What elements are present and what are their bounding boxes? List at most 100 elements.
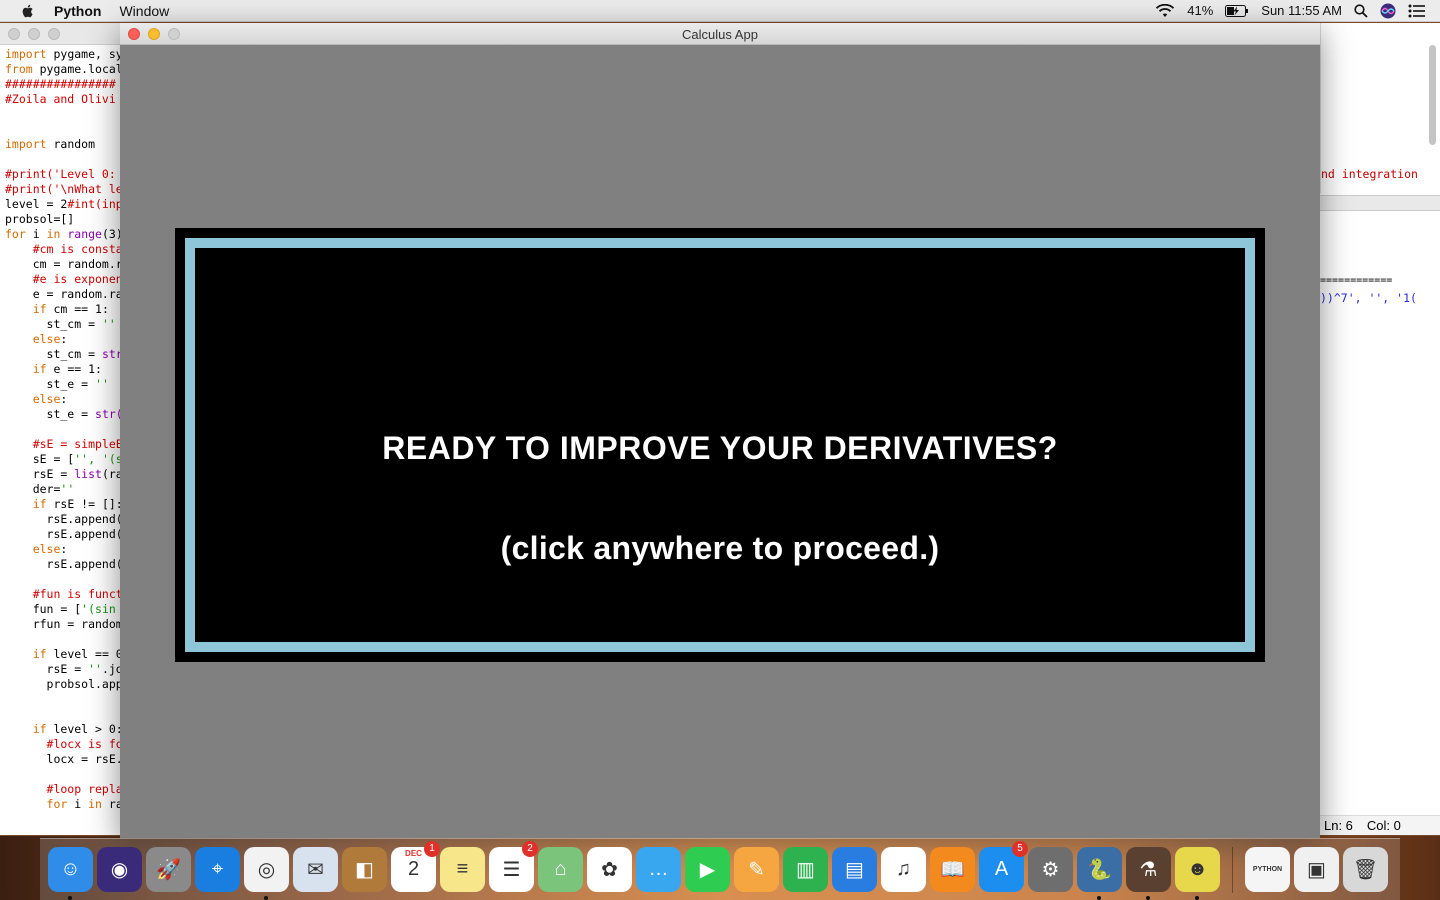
python-document-glyph: PYTHON	[1252, 866, 1283, 873]
notification-badge: 1	[424, 841, 440, 857]
code-line: cm = random.r	[5, 257, 121, 271]
messages-glyph: …	[648, 858, 669, 880]
editor-zoom-button[interactable]	[48, 28, 60, 40]
code-line: rfun = random	[5, 617, 121, 631]
app-titlebar[interactable]: Calculus App	[120, 23, 1320, 45]
code-line: from pygame.local	[5, 62, 121, 76]
python-app-icon[interactable]: ⚗	[1126, 847, 1171, 900]
window-divider	[1320, 195, 1440, 211]
apple-menu-icon[interactable]	[20, 3, 36, 19]
mail-icon[interactable]: ✉	[293, 847, 338, 892]
code-line: #cm is consta	[5, 242, 121, 256]
keynote-glyph: ▤	[845, 859, 864, 881]
code-line: rsE = ''.jo	[5, 662, 121, 676]
editor-minimize-button[interactable]	[28, 28, 40, 40]
pygame-icon[interactable]: ☻	[1175, 847, 1220, 900]
preview-document-icon[interactable]: ▣	[1294, 847, 1339, 892]
notification-center-icon[interactable]	[1408, 4, 1426, 18]
code-line: rsE.append(	[5, 512, 121, 526]
intro-panel[interactable]: READY TO IMPROVE YOUR DERIVATIVES? (clic…	[175, 228, 1265, 662]
code-line: st_e = ''	[5, 377, 109, 391]
python-document-icon[interactable]: PYTHON	[1245, 847, 1290, 892]
code-text-area[interactable]: import pygame, sy from pygame.local ######…	[5, 47, 121, 817]
calendar-icon[interactable]: 2 DEC 1	[391, 841, 440, 892]
siri-glyph: ◉	[110, 859, 129, 881]
numbers-icon[interactable]: ▥	[783, 847, 828, 892]
code-line: import pygame, sy	[5, 47, 121, 61]
code-line: if e == 1:	[32, 362, 102, 376]
finder-glyph: ☺	[60, 858, 81, 880]
menu-app-name[interactable]: Python	[54, 3, 101, 19]
maps-glyph: ⌂	[554, 858, 567, 880]
notes-icon[interactable]: ≡	[440, 847, 485, 892]
chrome-icon[interactable]: ◎	[244, 847, 289, 900]
code-line: #print('Level 0:	[5, 167, 116, 181]
editor-close-button[interactable]	[8, 28, 20, 40]
keynote-icon[interactable]: ▤	[832, 847, 877, 892]
maps-icon[interactable]: ⌂	[538, 847, 583, 892]
code-line: st_e = str(	[5, 407, 121, 421]
code-line: sE = ['', '(s	[5, 452, 121, 466]
pages-glyph: ✎	[748, 859, 765, 881]
photos-glyph: ✿	[601, 859, 618, 881]
code-line: probsol=[]	[5, 212, 75, 226]
finder-icon[interactable]: ☺	[48, 847, 93, 900]
photos-icon[interactable]: ✿	[587, 847, 632, 892]
siri-icon[interactable]: ◉	[97, 847, 142, 892]
launchpad-glyph: 🚀	[156, 859, 181, 881]
facetime-icon[interactable]: ▶	[685, 847, 730, 892]
battery-percent: 41%	[1187, 3, 1214, 18]
mail-glyph: ✉	[307, 859, 324, 881]
output-text: ))^7', '', '1(	[1320, 291, 1417, 305]
calculus-app-window: Calculus App READY TO IMPROVE YOUR DERIV…	[120, 23, 1320, 838]
battery-charging-icon[interactable]	[1225, 4, 1249, 17]
code-line: if cm == 1:	[32, 302, 109, 316]
panel-content[interactable]: READY TO IMPROVE YOUR DERIVATIVES? (clic…	[195, 248, 1245, 642]
itunes-icon[interactable]: ♫	[881, 847, 926, 892]
system-preferences-icon[interactable]: ⚙	[1028, 847, 1073, 892]
launchpad-icon[interactable]: 🚀	[146, 847, 191, 892]
code-line: rsE = list(ra	[5, 467, 121, 481]
code-line: import random	[5, 137, 96, 151]
code-line: else:	[32, 542, 68, 556]
menu-clock[interactable]: Sun 11:55 AM	[1261, 3, 1342, 18]
code-line: #Zoila and Olivi	[5, 92, 116, 106]
code-line: #locx is fo	[5, 737, 121, 751]
code-line: level = 2#int(inp	[5, 197, 121, 211]
code-line: #e is exponen	[5, 272, 121, 286]
code-line: e = random.ra	[5, 287, 121, 301]
itunes-glyph: ♫	[896, 858, 911, 880]
reminders-icon[interactable]: ☰ 2	[489, 841, 538, 892]
code-line: #sE = simpleE	[5, 437, 121, 451]
system-preferences-glyph: ⚙	[1041, 859, 1060, 881]
notes-glyph: ≡	[456, 858, 469, 880]
spotlight-search-icon[interactable]	[1354, 3, 1368, 18]
app-store-icon[interactable]: A5	[979, 841, 1028, 892]
running-indicator	[1097, 896, 1101, 900]
trash-icon[interactable]: 🗑	[1343, 847, 1388, 892]
contacts-icon[interactable]: ◧	[342, 847, 387, 892]
code-line: st_cm = str	[5, 347, 121, 361]
python-launcher-icon[interactable]: 🐍	[1077, 847, 1122, 900]
menu-bar: Python Window 41% Sun 11:55 AM	[0, 0, 1440, 22]
game-canvas[interactable]: READY TO IMPROVE YOUR DERIVATIVES? (clic…	[120, 45, 1320, 838]
menu-window[interactable]: Window	[119, 3, 169, 19]
safari-icon[interactable]: ⌖	[195, 847, 240, 892]
running-indicator	[68, 896, 72, 900]
wifi-icon[interactable]	[1155, 3, 1175, 18]
comment-text: nd integration	[1321, 167, 1418, 181]
messages-icon[interactable]: …	[636, 847, 681, 892]
code-line: rsE.append(	[5, 557, 121, 571]
siri-icon[interactable]	[1380, 3, 1396, 19]
code-line: else:	[32, 332, 68, 346]
pages-icon[interactable]: ✎	[734, 847, 779, 892]
vertical-scrollbar[interactable]	[1429, 45, 1436, 145]
code-line: probsol.app	[5, 677, 121, 691]
proceed-instruction: (click anywhere to proceed.)	[500, 530, 940, 566]
ibooks-icon[interactable]: 📖	[930, 847, 975, 892]
code-line: st_cm = ''	[5, 317, 116, 331]
